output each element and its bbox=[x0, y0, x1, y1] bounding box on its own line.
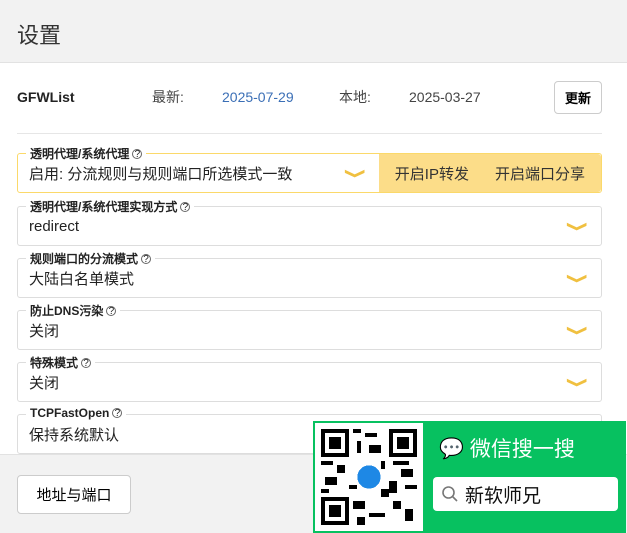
promo-search-box: 新软师兄 bbox=[433, 477, 618, 511]
chevron-down-icon[interactable]: ❯ bbox=[566, 359, 590, 405]
header: 设置 bbox=[0, 0, 627, 63]
field-label: 规则端口的分流模式? bbox=[26, 250, 156, 267]
qr-code bbox=[313, 421, 425, 533]
chevron-down-icon[interactable]: ❯ bbox=[566, 255, 590, 301]
latest-label: 最新: bbox=[152, 89, 184, 105]
field-value: 启用: 分流规则与规则端口所选模式一致 bbox=[29, 165, 293, 183]
wechat-promo: 💬 微信搜一搜 新软师兄 bbox=[313, 421, 626, 533]
page-title: 设置 bbox=[17, 23, 62, 48]
local-label: 本地: bbox=[339, 89, 371, 105]
search-icon bbox=[442, 486, 458, 502]
help-icon[interactable]: ? bbox=[81, 358, 92, 369]
field-value: redirect bbox=[29, 217, 80, 235]
field-label: 透明代理/系统代理实现方式? bbox=[26, 198, 195, 215]
rule-port-mode-select[interactable]: 规则端口的分流模式? 大陆白名单模式 ❯ bbox=[17, 250, 602, 301]
gfwlist-name: GFWList bbox=[17, 89, 75, 105]
port-share-button[interactable]: 开启端口分享 bbox=[484, 154, 601, 192]
field-value: 大陆白名单模式 bbox=[29, 270, 135, 288]
help-icon[interactable]: ? bbox=[180, 202, 191, 213]
field-label: 特殊模式? bbox=[26, 354, 96, 371]
help-icon[interactable]: ? bbox=[112, 408, 123, 419]
address-port-button[interactable]: 地址与端口 bbox=[17, 475, 131, 514]
chevron-down-icon[interactable]: ❯ bbox=[566, 307, 590, 353]
gfwlist-row: GFWList 最新: 2025-07-29 本地: 2025-03-27 更新 bbox=[17, 80, 602, 114]
help-icon[interactable]: ? bbox=[141, 254, 152, 265]
dns-pollution-select[interactable]: 防止DNS污染? 关闭 ❯ bbox=[17, 302, 602, 353]
field-label: TCPFastOpen? bbox=[26, 406, 127, 420]
transparent-proxy-select[interactable]: 透明代理/系统代理? 启用: 分流规则与规则端口所选模式一致 ❯ 开启IP转发 … bbox=[17, 145, 602, 196]
promo-title: 微信搜一搜 bbox=[469, 438, 575, 461]
latest-date: 2025-07-29 bbox=[222, 89, 294, 105]
field-label: 透明代理/系统代理? bbox=[26, 145, 147, 162]
field-value: 关闭 bbox=[29, 322, 60, 340]
proxy-implementation-select[interactable]: 透明代理/系统代理实现方式? redirect ❯ bbox=[17, 198, 602, 249]
divider bbox=[17, 133, 602, 134]
field-value: 关闭 bbox=[29, 374, 60, 392]
help-icon[interactable]: ? bbox=[106, 306, 117, 317]
chevron-down-icon[interactable]: ❯ bbox=[344, 150, 367, 196]
special-mode-select[interactable]: 特殊模式? 关闭 ❯ bbox=[17, 354, 602, 405]
chevron-down-icon[interactable]: ❯ bbox=[566, 203, 590, 249]
wechat-icon: 💬 bbox=[439, 437, 464, 460]
help-icon[interactable]: ? bbox=[132, 149, 143, 160]
local-date: 2025-03-27 bbox=[409, 89, 481, 105]
field-label: 防止DNS污染? bbox=[26, 302, 121, 319]
promo-search-text: 新软师兄 bbox=[465, 485, 542, 507]
update-button[interactable]: 更新 bbox=[553, 80, 602, 114]
ip-forward-button[interactable]: 开启IP转发 bbox=[378, 154, 485, 192]
